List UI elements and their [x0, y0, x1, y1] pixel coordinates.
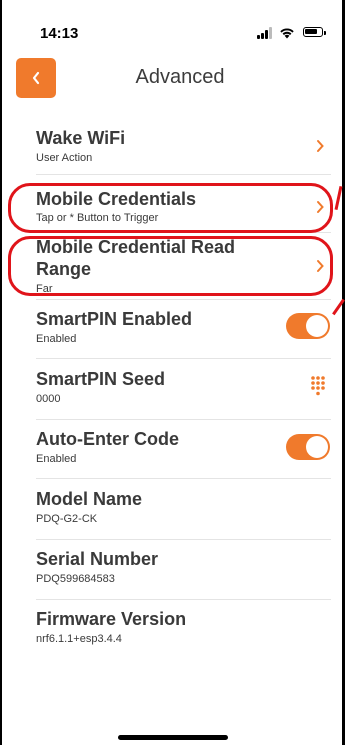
page-title: Advanced — [135, 66, 225, 88]
status-bar: 14:13 — [0, 0, 345, 52]
setting-title: Model Name — [36, 489, 143, 509]
divider — [36, 539, 331, 540]
setting-auto-enter-code: Auto-Enter Code Enabled — [0, 421, 345, 479]
annotation-highlight-read-range — [8, 236, 333, 296]
setting-subtitle: User Action — [36, 152, 93, 164]
setting-serial-number: Serial Number PDQ599684583 — [0, 541, 345, 600]
battery-icon — [303, 27, 326, 37]
setting-subtitle: PDQ599684583 — [36, 573, 115, 585]
setting-title: Auto-Enter Code — [36, 429, 179, 449]
setting-subtitle: 0000 — [36, 393, 61, 405]
divider — [36, 478, 331, 479]
setting-subtitle: PDQ-G2-CK — [36, 513, 98, 525]
setting-model-name: Model Name PDQ-G2-CK — [0, 481, 345, 540]
wifi-icon — [280, 28, 294, 39]
auto-enter-code-toggle[interactable] — [286, 434, 330, 460]
setting-title: SmartPIN Seed — [36, 369, 166, 389]
toggle-knob — [306, 436, 328, 458]
divider — [36, 419, 331, 420]
nav-bar: Advanced — [0, 55, 345, 100]
setting-title: Serial Number — [36, 549, 159, 569]
chevron-right-icon — [317, 140, 324, 152]
setting-wake-wifi[interactable]: Wake WiFi User Action — [0, 117, 345, 175]
annotation-highlight-mobile-credentials — [8, 183, 333, 233]
setting-smartpin-enabled: SmartPIN Enabled Enabled — [0, 301, 345, 359]
divider — [36, 599, 331, 600]
divider — [36, 299, 331, 300]
setting-subtitle: nrf6.1.1+esp3.4.4 — [36, 633, 122, 645]
setting-smartpin-seed[interactable]: SmartPIN Seed 0000 — [0, 361, 345, 420]
setting-subtitle: Enabled — [36, 333, 77, 345]
smartpin-enabled-toggle[interactable] — [286, 313, 330, 339]
setting-title: Wake WiFi — [36, 128, 126, 148]
toggle-knob — [306, 315, 328, 337]
divider — [36, 358, 331, 359]
setting-firmware-version: Firmware Version nrf6.1.1+esp3.4.4 — [0, 601, 345, 659]
setting-title: SmartPIN Enabled — [36, 309, 193, 329]
signal-icon — [257, 27, 275, 39]
keypad-icon — [311, 376, 325, 396]
setting-subtitle: Enabled — [36, 453, 77, 465]
status-icons — [245, 26, 326, 40]
setting-title: Firmware Version — [36, 609, 187, 629]
home-indicator — [118, 735, 228, 740]
status-time: 14:13 — [40, 25, 79, 42]
